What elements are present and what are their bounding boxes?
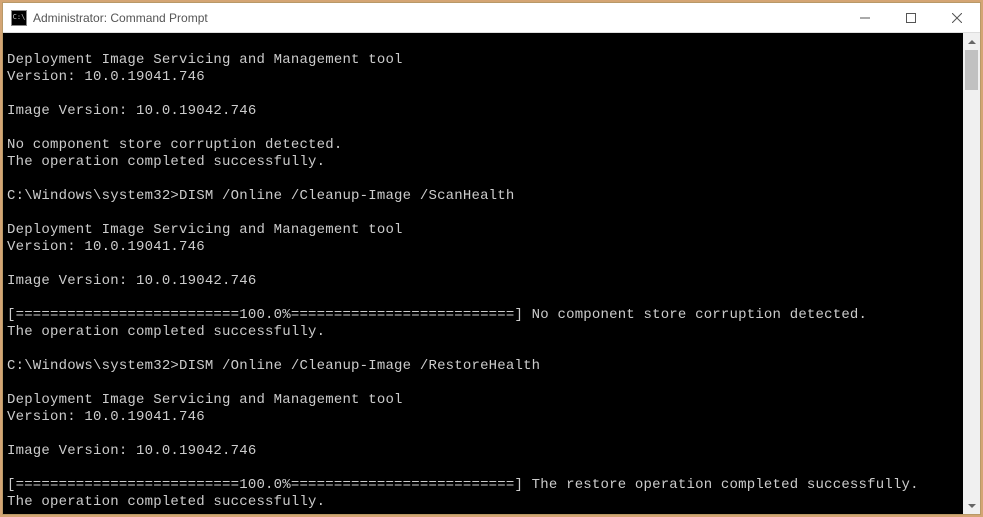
window-controls (842, 3, 980, 32)
chevron-up-icon (968, 40, 976, 44)
maximize-button[interactable] (888, 3, 934, 32)
minimize-button[interactable] (842, 3, 888, 32)
close-icon (952, 13, 962, 23)
chevron-down-icon (968, 504, 976, 508)
cmd-icon: C:\ (11, 10, 27, 26)
console-output[interactable]: Deployment Image Servicing and Managemen… (3, 33, 963, 514)
scroll-down-button[interactable] (963, 497, 980, 514)
minimize-icon (860, 13, 870, 23)
close-button[interactable] (934, 3, 980, 32)
scroll-up-button[interactable] (963, 33, 980, 50)
maximize-icon (906, 13, 916, 23)
scrollbar-track[interactable] (963, 50, 980, 497)
window-title: Administrator: Command Prompt (33, 11, 842, 25)
console-area: Deployment Image Servicing and Managemen… (3, 33, 980, 514)
titlebar[interactable]: C:\ Administrator: Command Prompt (3, 3, 980, 33)
command-prompt-window: C:\ Administrator: Command Prompt Deploy… (2, 2, 981, 515)
console-text: Deployment Image Servicing and Managemen… (7, 35, 959, 514)
scrollbar-thumb[interactable] (965, 50, 978, 90)
vertical-scrollbar[interactable] (963, 33, 980, 514)
